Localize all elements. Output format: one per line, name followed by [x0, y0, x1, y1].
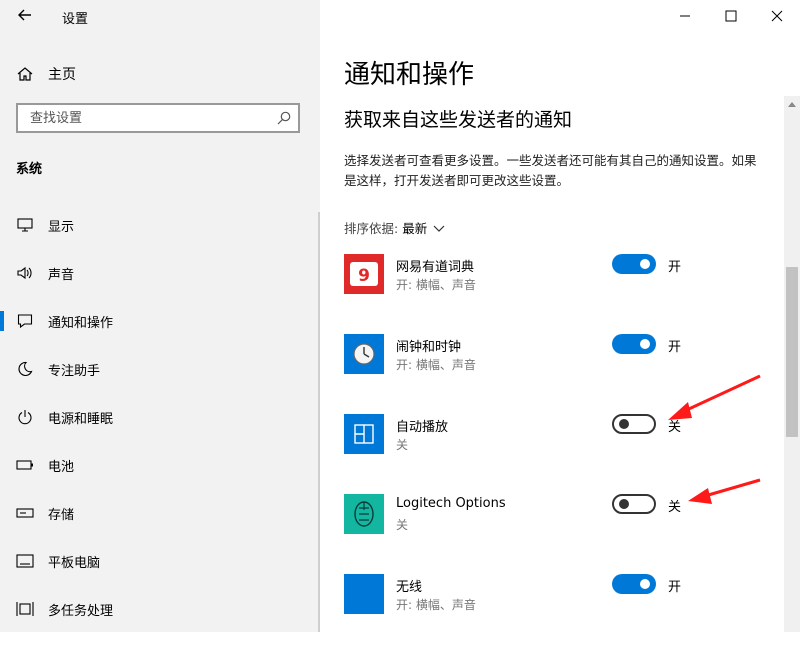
annotation-arrow-icon	[668, 374, 761, 420]
list-item[interactable]: 9 网易有道词典 开: 横幅、声音 开	[344, 252, 764, 332]
minimize-icon[interactable]	[662, 0, 708, 32]
sender-status: 开: 横幅、声音	[396, 598, 476, 612]
sender-status: 关	[396, 438, 409, 452]
sidebar-item-power[interactable]: 电源和睡眠	[0, 393, 320, 441]
page-title: 通知和操作	[344, 60, 475, 90]
sidebar-item-display[interactable]: 显示	[0, 201, 320, 249]
back-arrow-icon[interactable]	[16, 6, 34, 24]
speaker-icon	[16, 264, 34, 282]
logitech-options-icon	[344, 494, 384, 534]
maximize-icon[interactable]	[708, 0, 754, 32]
sender-name: 无线	[396, 580, 423, 595]
sender-list: 9 网易有道词典 开: 横幅、声音 开 闹钟和时钟 开: 横幅、声音 开 自动播…	[344, 252, 764, 652]
sidebar-item-label: 通知和操作	[48, 315, 114, 331]
sidebar-item-label: 声音	[48, 267, 75, 283]
title-bar: 设置	[0, 0, 320, 34]
sender-name: 自动播放	[396, 420, 449, 435]
chevron-down-icon	[433, 222, 445, 234]
sidebar-item-storage[interactable]: 存储	[0, 489, 320, 537]
sender-status: 开: 横幅、声音	[396, 278, 476, 292]
search-box[interactable]	[16, 103, 300, 133]
multitask-icon	[16, 600, 34, 618]
wireless-icon	[344, 574, 384, 614]
toggle-knob	[640, 339, 650, 349]
notification-toggle[interactable]	[612, 574, 656, 594]
sidebar-item-label: 电源和睡眠	[48, 411, 114, 427]
tablet-icon	[16, 552, 34, 570]
autoplay-icon	[344, 414, 384, 454]
toggle-knob	[640, 579, 650, 589]
sidebar-item-focus-assist[interactable]: 专注助手	[0, 345, 320, 393]
moon-icon	[16, 360, 34, 378]
sidebar-item-battery[interactable]: 电池	[0, 441, 320, 489]
svg-text:9: 9	[358, 266, 370, 286]
home-label: 主页	[48, 67, 76, 83]
toggle-state-label: 开	[668, 340, 682, 355]
battery-icon	[16, 456, 34, 474]
sender-name: 网易有道词典	[396, 260, 475, 275]
sort-dropdown[interactable]: 排序依据: 最新	[344, 218, 445, 237]
sender-name: Logitech Options	[396, 496, 506, 511]
window-title: 设置	[62, 12, 89, 27]
sidebar-home[interactable]: 主页	[16, 62, 296, 86]
sidebar-item-label: 平板电脑	[48, 555, 101, 571]
sort-value: 最新	[402, 221, 428, 236]
alarm-clock-icon	[344, 334, 384, 374]
toggle-state-label: 开	[668, 260, 682, 275]
notification-toggle[interactable]	[612, 494, 656, 514]
window-controls	[662, 0, 800, 32]
sidebar-nav: 显示 声音 通知和操作 专注助手 电源和睡眠 电池 存储 平板电脑 多任务处理	[0, 201, 320, 633]
close-icon[interactable]	[754, 0, 800, 32]
sender-name: 闹钟和时钟	[396, 340, 462, 355]
section-subtitle: 获取来自这些发送者的通知	[344, 109, 573, 131]
notification-icon	[16, 312, 34, 330]
notification-toggle[interactable]	[612, 334, 656, 354]
sidebar-item-notifications[interactable]: 通知和操作	[0, 297, 320, 345]
sidebar-item-multitasking[interactable]: 多任务处理	[0, 585, 320, 633]
sender-status: 开: 横幅、声音	[396, 358, 476, 372]
sort-label: 排序依据:	[344, 221, 399, 236]
description-text: 选择发送者可查看更多设置。一些发送者还可能有其自己的通知设置。如果是这样，打开发…	[344, 153, 757, 188]
monitor-icon	[16, 216, 34, 234]
search-input[interactable]	[28, 110, 272, 127]
search-icon[interactable]	[276, 110, 292, 126]
home-icon	[16, 65, 34, 83]
main-content: 通知和操作 获取来自这些发送者的通知 选择发送者可查看更多设置。一些发送者还可能…	[320, 0, 800, 632]
toggle-knob	[640, 259, 650, 269]
toggle-state-label: 开	[668, 580, 682, 595]
section-title: 系统	[16, 162, 43, 177]
storage-icon	[16, 504, 34, 522]
power-icon	[16, 408, 34, 426]
toggle-knob	[619, 419, 629, 429]
sidebar-item-sound[interactable]: 声音	[0, 249, 320, 297]
scroll-up-icon[interactable]	[784, 96, 800, 112]
list-item[interactable]: 无线 开: 横幅、声音 开	[344, 572, 764, 652]
scrollbar-thumb[interactable]	[786, 267, 798, 437]
youdao-dict-icon: 9	[344, 254, 384, 294]
sidebar-item-label: 电池	[48, 459, 75, 475]
sidebar: 设置 主页 系统 显示 声音 通知和操作 专注助手	[0, 0, 320, 632]
toggle-knob	[619, 499, 629, 509]
scrollbar[interactable]	[784, 96, 800, 632]
sidebar-item-label: 专注助手	[48, 363, 101, 379]
sidebar-item-label: 显示	[48, 219, 75, 235]
annotation-arrow-icon	[688, 478, 761, 504]
sender-status: 关	[396, 518, 409, 532]
sidebar-item-tablet[interactable]: 平板电脑	[0, 537, 320, 585]
notification-toggle[interactable]	[612, 414, 656, 434]
notification-toggle[interactable]	[612, 254, 656, 274]
sidebar-item-label: 多任务处理	[48, 603, 114, 619]
sidebar-item-label: 存储	[48, 507, 75, 523]
